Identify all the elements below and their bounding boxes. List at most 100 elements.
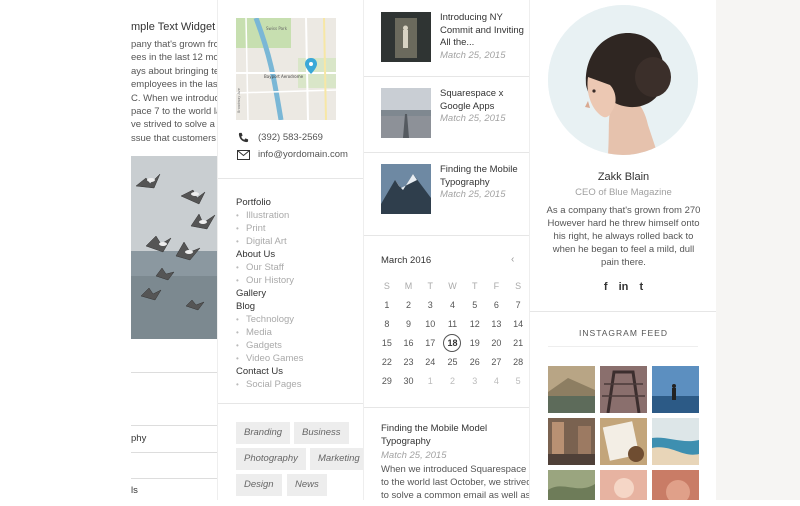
profile-name: Zakk Blain (597, 171, 650, 183)
calendar-day[interactable]: 21 (507, 333, 529, 352)
menu-item[interactable]: Gallery (236, 287, 303, 300)
submenu-item[interactable]: Media (236, 326, 303, 339)
submenu-item[interactable]: Video Games (236, 352, 303, 365)
contact-email[interactable]: info@yordomain.com (236, 149, 348, 160)
menu-item[interactable]: Contact Us (236, 365, 303, 378)
calendar-day[interactable]: 12 (464, 314, 486, 333)
calendar-day[interactable]: 20 (486, 333, 508, 352)
calendar-day[interactable]: 22 (376, 352, 398, 371)
calendar-day-number: 27 (491, 356, 502, 367)
calendar-day[interactable]: 4 (441, 295, 464, 314)
instagram-photo[interactable] (548, 470, 595, 500)
calendar-day[interactable]: 18 (441, 333, 464, 352)
submenu-item[interactable]: Illustration (236, 209, 303, 222)
calendar-day[interactable]: 16 (398, 333, 420, 352)
calendar-day[interactable]: 5 (507, 371, 529, 390)
list-row[interactable]: ls (131, 478, 217, 496)
calendar-day[interactable]: 23 (398, 352, 420, 371)
contact-phone[interactable]: (392) 583-2569 (236, 132, 323, 143)
instagram-photo[interactable] (600, 418, 647, 465)
calendar-day[interactable]: 29 (376, 371, 398, 390)
linkedin-icon[interactable]: in (619, 281, 629, 293)
calendar-day[interactable]: 2 (398, 295, 420, 314)
calendar-day[interactable]: 19 (464, 333, 486, 352)
twitter-icon[interactable]: t (639, 281, 643, 293)
tag-business[interactable]: Business (294, 422, 349, 444)
list-row[interactable]: phy (131, 425, 217, 444)
calendar-prev-button[interactable]: ‹ (511, 254, 514, 265)
instagram-photo[interactable] (600, 366, 647, 413)
menu-item[interactable]: Portfolio (236, 196, 303, 209)
instagram-photo[interactable] (652, 366, 699, 413)
instagram-photo[interactable] (600, 470, 647, 500)
calendar-day[interactable]: 30 (398, 371, 420, 390)
location-map[interactable]: Swiss Park Bayport Aerodrome Broadway Av… (236, 18, 336, 120)
calendar-day[interactable]: 5 (464, 295, 486, 314)
post-title[interactable]: Finding the Mobile Typography (440, 164, 529, 189)
calendar-day[interactable]: 28 (507, 352, 529, 371)
calendar-day[interactable]: 10 (419, 314, 441, 333)
menu-item[interactable]: Blog (236, 300, 303, 313)
tag-news[interactable]: News (287, 474, 327, 496)
tag-branding[interactable]: Branding (236, 422, 291, 444)
calendar-day-number: 16 (403, 337, 414, 348)
calendar-day[interactable]: 2 (441, 371, 464, 390)
submenu-item[interactable]: Digital Art (236, 235, 303, 248)
post-thumbnail (381, 12, 431, 62)
menu-item[interactable]: About Us (236, 248, 303, 261)
submenu-item[interactable]: Technology (236, 313, 303, 326)
calendar-day[interactable]: 13 (486, 314, 508, 333)
calendar-day-number: 17 (425, 337, 436, 348)
calendar-day[interactable]: 17 (419, 333, 441, 352)
calendar-day[interactable]: 8 (376, 314, 398, 333)
calendar-day[interactable]: 14 (507, 314, 529, 333)
calendar-day[interactable]: 1 (419, 371, 441, 390)
calendar-day[interactable]: 11 (441, 314, 464, 333)
calendar-day[interactable]: 25 (441, 352, 464, 371)
calendar-day[interactable]: 1 (376, 295, 398, 314)
submenu-item[interactable]: Our Staff (236, 261, 303, 274)
social-links: f in t (530, 281, 716, 293)
facebook-icon[interactable]: f (604, 281, 608, 293)
submenu-item[interactable]: Social Pages (236, 378, 303, 391)
instagram-photo[interactable] (652, 418, 699, 465)
calendar-day[interactable]: 3 (419, 295, 441, 314)
instagram-photo[interactable] (548, 418, 595, 465)
calendar-day[interactable]: 24 (419, 352, 441, 371)
calendar-day[interactable]: 9 (398, 314, 420, 333)
calendar-day[interactable]: 15 (376, 333, 398, 352)
calendar-day-number: 12 (469, 318, 480, 329)
divider (364, 76, 529, 77)
row-divider (131, 372, 217, 373)
submenu-item[interactable]: Gadgets (236, 339, 303, 352)
weekday-label: T (471, 280, 478, 291)
calendar-day[interactable]: 7 (507, 295, 529, 314)
submenu-item[interactable]: Print (236, 222, 303, 235)
calendar-day[interactable]: 3 (464, 371, 486, 390)
weekday-header-row: SMTWTFS (376, 276, 529, 295)
submenu-item[interactable]: Our History (236, 274, 303, 287)
recent-post[interactable]: Introducing NY Commit and Inviting All t… (381, 12, 529, 62)
post-title[interactable]: Squarespace x Google Apps (440, 88, 529, 113)
instagram-photo[interactable] (652, 470, 699, 500)
post-title[interactable]: Introducing NY Commit and Inviting All t… (440, 12, 529, 50)
recent-post[interactable]: Finding the Mobile Typography Match 25, … (381, 164, 529, 214)
divider (364, 152, 529, 153)
instagram-photo[interactable] (548, 366, 595, 413)
tag-photography[interactable]: Photography (236, 448, 306, 470)
calendar-day-number: 3 (472, 375, 478, 386)
calendar-week: 29 30 1 2 3 4 5 (376, 371, 529, 390)
calendar-day[interactable]: 27 (486, 352, 508, 371)
tag-marketing[interactable]: Marketing (310, 448, 363, 470)
calendar-day[interactable]: 26 (464, 352, 486, 371)
calendar-day-number: 7 (515, 299, 521, 310)
calendar-day[interactable]: 4 (486, 371, 508, 390)
calendar-day-number: 21 (513, 337, 524, 348)
calendar-day[interactable]: 6 (486, 295, 508, 314)
recent-post[interactable]: Squarespace x Google Apps Match 25, 2015 (381, 88, 529, 138)
post-thumbnail (381, 88, 431, 138)
instagram-title: INSTAGRAM FEED (579, 328, 668, 338)
article-title[interactable]: Finding the Mobile Model Typography (381, 423, 529, 448)
tag-design[interactable]: Design (236, 474, 282, 496)
calendar-day-number: 2 (449, 375, 455, 386)
